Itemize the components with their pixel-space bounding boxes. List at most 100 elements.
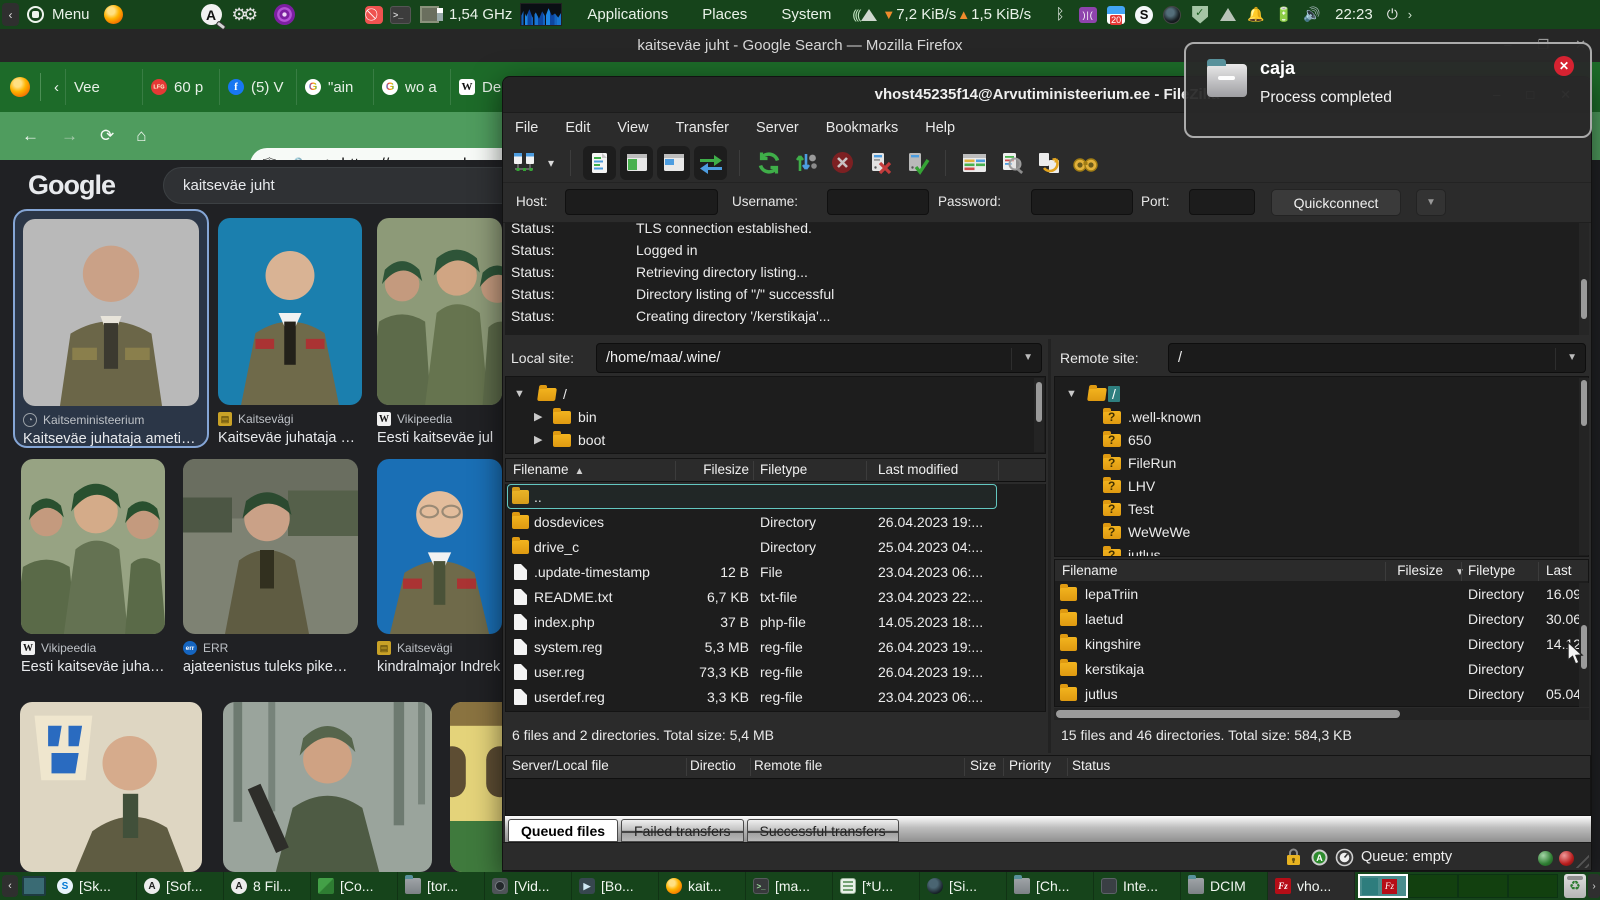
column-filetype[interactable]: Filetype [1468, 563, 1515, 578]
file-row[interactable]: jutlus Directory 05.04 [1055, 681, 1588, 706]
directory-compare-icon[interactable] [958, 146, 991, 180]
column-size[interactable]: Size [970, 758, 996, 773]
column-modified[interactable]: Last modified [878, 462, 958, 477]
image-result-card[interactable]: WVikipeedia Eesti kaitseväe jul [377, 218, 502, 448]
blocker-icon[interactable]: ⃠ [365, 6, 383, 24]
image-result-card[interactable] [450, 702, 502, 872]
tree-item[interactable]: boot [578, 432, 605, 448]
taskbar-window-button[interactable]: [ma... [746, 872, 833, 900]
result-title[interactable]: Eesti kaitseväe juha… [21, 659, 165, 675]
tree-item[interactable]: / [563, 386, 567, 402]
taskbar-window-button[interactable]: [Sk... [50, 872, 137, 900]
file-row[interactable]: index.php 37 B php-file 14.05.2023 18:..… [506, 609, 1045, 634]
taskbar-window-button[interactable]: [Bo... [572, 872, 659, 900]
taskbar-window-button[interactable]: Inte... [1094, 872, 1181, 900]
image-result-card[interactable]: ▤Kaitsevägi Kaitseväe juhataja … [218, 218, 362, 448]
local-directory-tree[interactable]: ▼/ ▶bin ▶boot [505, 376, 1046, 454]
quickconnect-button[interactable]: Quickconnect [1271, 189, 1401, 216]
menu-bookmarks[interactable]: Bookmarks [816, 116, 909, 140]
result-title[interactable]: Kaitseväe juhataja ameti… [23, 431, 199, 447]
panel-collapse-right-icon[interactable]: › [1408, 7, 1412, 22]
remote-file-list[interactable]: lepaTriin Directory 16.09 laetud Directo… [1054, 581, 1589, 707]
column-filetype[interactable]: Filetype [760, 462, 807, 477]
browser-tab[interactable]: wo a [373, 69, 450, 105]
taskbar-window-button[interactable]: 8 Fil... [224, 872, 311, 900]
file-row[interactable]: userdef.reg 3,3 KB reg-file 23.04.2023 0… [506, 684, 1045, 709]
shield-tray-icon[interactable] [1192, 6, 1208, 24]
battery-icon[interactable]: 🔋 [1275, 6, 1293, 24]
cpu-frequency[interactable]: 1,54 GHz [449, 6, 512, 23]
forward-icon[interactable]: → [61, 126, 78, 146]
settings-gears-icon[interactable]: ⚙⚙ [232, 5, 254, 25]
local-site-combo[interactable]: /home/maa/.wine/ ▼ [596, 343, 1042, 373]
browser-tab[interactable]: Vee [65, 69, 142, 105]
tree-item[interactable]: FileRun [1128, 455, 1176, 471]
site-manager-dropdown-icon[interactable]: ▾ [548, 156, 554, 170]
column-priority[interactable]: Priority [1009, 758, 1051, 773]
taskbar-window-button[interactable]: [Ch... [1007, 872, 1094, 900]
column-modified[interactable]: Last [1546, 563, 1572, 578]
file-row[interactable]: .. [506, 484, 1045, 509]
taskbar-collapse-left-icon[interactable]: ‹ [2, 875, 18, 897]
system-menu[interactable]: System [772, 6, 840, 23]
tree-item[interactable]: bin [578, 409, 597, 425]
file-row[interactable]: dosdevices Directory 26.04.2023 19:... [506, 509, 1045, 534]
file-row[interactable]: system.reg 5,3 MB reg-file 26.04.2023 19… [506, 634, 1045, 659]
file-row[interactable]: kerstikaja Directory [1055, 656, 1588, 681]
reconnect-icon[interactable] [900, 146, 933, 180]
firefox-launcher-icon[interactable] [104, 5, 123, 24]
password-input[interactable] [1031, 189, 1133, 215]
updates-tray-icon[interactable] [1220, 8, 1236, 21]
chevron-down-icon[interactable]: ▼ [1023, 352, 1033, 363]
reload-icon[interactable]: ⟳ [100, 126, 114, 146]
panel-collapse-left-icon[interactable]: ‹ [2, 3, 19, 26]
system-monitor-graph[interactable] [520, 3, 562, 26]
port-input[interactable] [1189, 189, 1255, 215]
taskbar-window-button[interactable]: DCIM [1181, 872, 1268, 900]
column-remote-file[interactable]: Remote file [754, 758, 822, 773]
pulseaudio-icon[interactable]: )|( [1079, 7, 1097, 23]
column-status[interactable]: Status [1072, 758, 1110, 773]
file-row[interactable]: kingshire Directory 14.12 [1055, 631, 1588, 656]
taskbar-window-button[interactable]: vho... [1268, 872, 1355, 900]
file-row[interactable]: .update-timestamp 12 B File 23.04.2023 0… [506, 559, 1045, 584]
notification-popup[interactable]: caja Process completed ✕ [1184, 42, 1592, 138]
menu-file[interactable]: File [505, 116, 548, 140]
browser-tab[interactable]: (5) V [219, 69, 296, 105]
applications-menu[interactable]: Applications [578, 6, 677, 23]
synchronized-browsing-icon[interactable] [1032, 146, 1065, 180]
mint-menu-icon[interactable] [27, 6, 44, 23]
file-row[interactable]: drive_c Directory 25.04.2023 04:... [506, 534, 1045, 559]
filter-icon[interactable] [1069, 146, 1102, 180]
workspace-3[interactable] [1458, 874, 1508, 898]
taskbar-window-button[interactable]: [Sof... [137, 872, 224, 900]
image-result-card[interactable]: ◔Kaitseministeerium Kaitseväe juhataja a… [13, 209, 209, 448]
google-logo[interactable]: Google [28, 170, 115, 201]
refresh-icon[interactable] [752, 146, 785, 180]
taskbar-window-button[interactable]: [Vid... [485, 872, 572, 900]
file-row[interactable]: user.reg 73,3 KB reg-file 26.04.2023 19:… [506, 659, 1045, 684]
menu-server[interactable]: Server [746, 116, 809, 140]
collapsed-icon[interactable]: ▶ [534, 433, 542, 446]
tree-item[interactable]: .well-known [1128, 409, 1201, 425]
skype-tray-icon[interactable]: S [1135, 6, 1153, 24]
site-manager-icon[interactable] [507, 146, 540, 180]
show-desktop-button[interactable] [22, 876, 46, 896]
result-title[interactable]: Kaitseväe juhataja … [218, 430, 362, 446]
tree-item[interactable]: Test [1128, 501, 1154, 517]
menu-edit[interactable]: Edit [555, 116, 600, 140]
tor-browser-icon[interactable] [274, 4, 295, 25]
quickconnect-dropdown-icon[interactable]: ▼ [1416, 189, 1446, 216]
network-applet[interactable]: ((( ▼ 7,2 KiB/s ▲ 1,5 KiB/s [852, 6, 1031, 23]
image-result-card[interactable]: errERR ajateenistus tuleks pike… [183, 459, 358, 683]
taskbar-window-button[interactable]: [*U... [833, 872, 920, 900]
bluetooth-icon[interactable]: ᛒ [1051, 6, 1069, 24]
remote-site-combo[interactable]: / ▼ [1168, 343, 1586, 373]
taskbar-window-button[interactable]: [Si... [920, 872, 1007, 900]
process-queue-icon[interactable] [789, 146, 822, 180]
tree-item[interactable]: LHV [1128, 478, 1155, 494]
remote-list-hscrollbar[interactable] [1054, 708, 1589, 720]
notification-close-icon[interactable]: ✕ [1554, 56, 1574, 76]
expanded-icon[interactable]: ▼ [1066, 388, 1077, 400]
cancel-icon[interactable] [826, 146, 859, 180]
